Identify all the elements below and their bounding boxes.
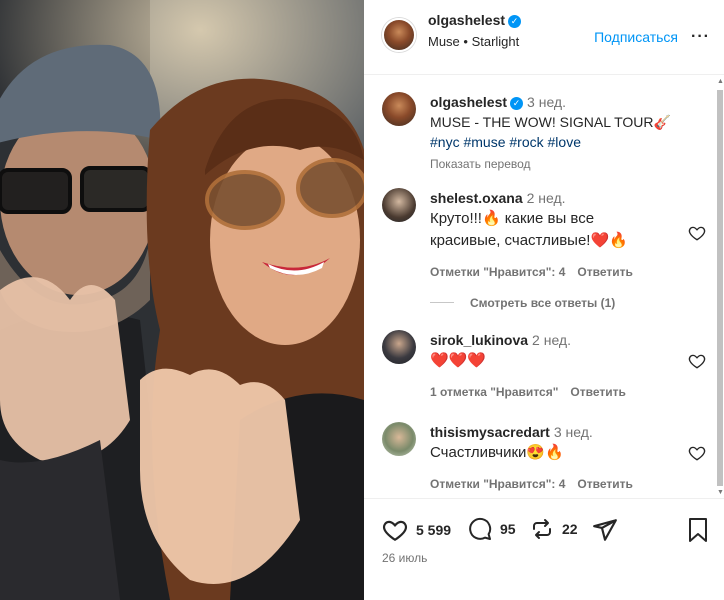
- like-action[interactable]: 5 599: [382, 517, 451, 543]
- post-header: olgashelest ✓ Muse • Starlight Подписатьс…: [364, 0, 724, 75]
- photo-illustration: [0, 0, 364, 600]
- follow-button[interactable]: Подписаться: [594, 29, 678, 45]
- post-panel: olgashelest ✓ Muse • Starlight Подписатьс…: [364, 0, 724, 600]
- comment-username[interactable]: shelest.oxana: [430, 190, 523, 206]
- comment-username[interactable]: thisismysacredart: [430, 424, 550, 440]
- scroll-up-arrow-icon[interactable]: ▲: [717, 78, 724, 85]
- reply-button[interactable]: Ответить: [570, 385, 625, 399]
- reply-button[interactable]: Ответить: [577, 265, 632, 279]
- verified-badge-icon: ✓: [508, 15, 522, 28]
- comment-bubble-icon[interactable]: [468, 517, 492, 541]
- repost-icon[interactable]: [530, 517, 554, 541]
- comment-text: ❤️❤️❤️: [430, 352, 487, 369]
- comment-likes[interactable]: Отметки "Нравится": 4: [430, 265, 565, 279]
- author-username[interactable]: olgashelest: [428, 12, 505, 28]
- commenter-avatar[interactable]: [382, 330, 416, 364]
- caption-text: MUSE - THE WOW! SIGNAL TOUR🎸: [430, 114, 671, 130]
- comment-text: Круто!!!🔥 какие вы все красивые, счастли…: [430, 210, 628, 249]
- comment-body: shelest.oxana 2 нед. Круто!!!🔥 какие вы в…: [430, 188, 692, 282]
- comment-action[interactable]: 95: [468, 517, 516, 541]
- like-count[interactable]: 5 599: [416, 522, 451, 538]
- hashtag-link[interactable]: #muse: [463, 134, 505, 150]
- caption-username[interactable]: olgashelest: [430, 94, 507, 110]
- comment-body: thisismysacredart 3 нед. Счастливчики😍🔥 О…: [430, 422, 692, 494]
- comments-list: olgashelest ✓ 3 нед. MUSE - THE WOW! SIGNA…: [364, 76, 724, 498]
- music-label[interactable]: Muse • Starlight: [428, 34, 521, 49]
- comment-text: Счастливчики😍🔥: [430, 444, 564, 461]
- comment-meta: Отметки "Нравится": 4 Ответить: [430, 262, 692, 282]
- like-comment-heart-icon[interactable]: [688, 444, 706, 462]
- bookmark-icon[interactable]: [686, 517, 710, 543]
- hashtag-link[interactable]: #love: [548, 134, 581, 150]
- commenter-avatar[interactable]: [382, 422, 416, 456]
- repost-count[interactable]: 22: [562, 521, 578, 537]
- like-comment-heart-icon[interactable]: [688, 352, 706, 370]
- comments-scrollbar[interactable]: ▲ ▼: [716, 76, 724, 498]
- scroll-down-arrow-icon[interactable]: ▼: [717, 489, 724, 496]
- hashtag-link[interactable]: #nyc: [430, 134, 460, 150]
- comment-time: 2 нед.: [532, 332, 571, 348]
- comment-likes[interactable]: 1 отметка "Нравится": [430, 385, 558, 399]
- comment-username[interactable]: sirok_lukinova: [430, 332, 528, 348]
- comment-time: 3 нед.: [553, 424, 593, 440]
- caption-body: olgashelest ✓ 3 нед. MUSE - THE WOW! SIGNA…: [430, 92, 692, 174]
- share-paper-plane-icon[interactable]: [592, 517, 618, 543]
- comment-meta: 1 отметка "Нравится" Ответить: [430, 382, 692, 402]
- view-replies[interactable]: Смотреть все ответы (1): [430, 296, 615, 310]
- like-comment-heart-icon[interactable]: [688, 224, 706, 242]
- view-replies-label[interactable]: Смотреть все ответы (1): [470, 296, 615, 310]
- save-action[interactable]: [686, 517, 710, 543]
- post-date[interactable]: 26 июль: [382, 551, 427, 565]
- translate-link[interactable]: Показать перевод: [430, 154, 692, 174]
- more-options-icon[interactable]: ···: [691, 28, 710, 46]
- caption-time: 3 нед.: [527, 94, 566, 110]
- verified-badge-icon: ✓: [510, 97, 524, 110]
- replies-divider: [430, 302, 454, 303]
- author-avatar[interactable]: [382, 18, 416, 52]
- post-photo[interactable]: [0, 0, 364, 600]
- repost-action[interactable]: 22: [530, 517, 578, 541]
- author-info: olgashelest ✓ Muse • Starlight: [428, 12, 522, 49]
- scrollbar-thumb[interactable]: [717, 90, 723, 486]
- like-heart-icon[interactable]: [382, 517, 408, 543]
- comment-body: sirok_lukinova 2 нед. ❤️❤️❤️ 1 отметка "Н…: [430, 330, 692, 402]
- reply-button[interactable]: Ответить: [577, 477, 632, 491]
- caption-avatar[interactable]: [382, 92, 416, 126]
- commenter-avatar[interactable]: [382, 188, 416, 222]
- comment-likes[interactable]: Отметки "Нравится": 4: [430, 477, 565, 491]
- hashtags: #nyc #muse #rock #love: [430, 132, 692, 152]
- comment-count[interactable]: 95: [500, 521, 516, 537]
- hashtag-link[interactable]: #rock: [509, 134, 543, 150]
- post-actions: 5 599 95 22 26 июль: [364, 498, 724, 600]
- share-action[interactable]: [592, 517, 618, 543]
- comment-time: 2 нед.: [526, 190, 566, 206]
- comment-meta: Отметки "Нравится": 4 Ответить: [430, 474, 692, 494]
